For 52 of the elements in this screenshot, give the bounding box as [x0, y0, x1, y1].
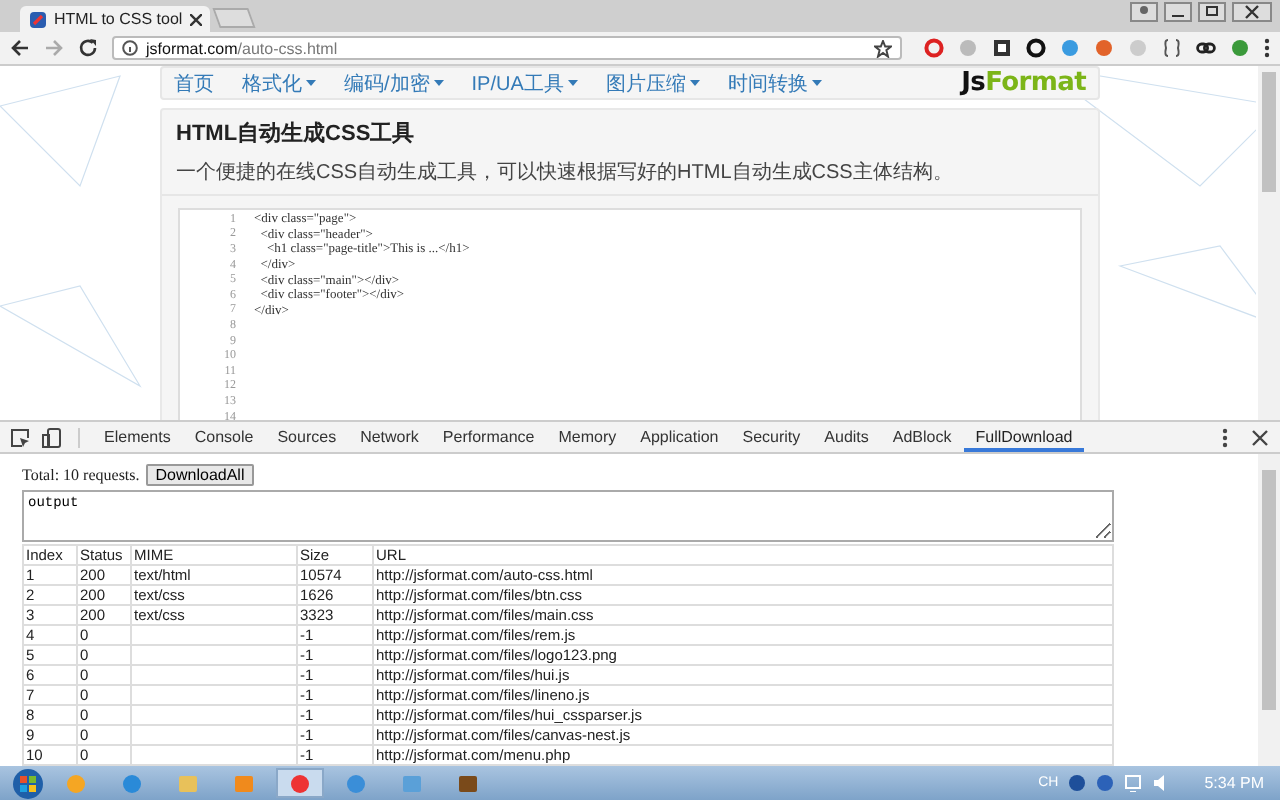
- star-icon[interactable]: [874, 39, 892, 57]
- restore-icon[interactable]: [1198, 2, 1226, 22]
- nav-link[interactable]: 首页: [174, 69, 214, 97]
- devtools-tab[interactable]: FullDownload: [963, 422, 1085, 452]
- nav-link[interactable]: 图片压缩: [605, 69, 700, 97]
- extension-icon[interactable]: [1196, 38, 1216, 58]
- minimize-icon[interactable]: [1164, 2, 1192, 22]
- app-icon[interactable]: [290, 773, 310, 793]
- forward-icon[interactable]: [44, 38, 64, 58]
- nav-link[interactable]: IP/UA工具: [471, 69, 578, 97]
- info-icon: [122, 40, 138, 56]
- nav-link[interactable]: 编码/加密: [344, 69, 444, 97]
- devtools-tab[interactable]: Network: [348, 422, 431, 452]
- page-heading: HTML自动生成CSS工具: [176, 119, 417, 148]
- more-icon[interactable]: [1222, 427, 1228, 447]
- request-summary: Total: 10 requests.: [22, 465, 140, 483]
- devtools-tab[interactable]: Performance: [430, 422, 547, 452]
- close-icon[interactable]: [190, 13, 203, 25]
- nav-link[interactable]: 格式化: [242, 69, 316, 97]
- scrollbar[interactable]: [1258, 454, 1280, 766]
- back-icon[interactable]: [10, 38, 30, 58]
- devtools-tab[interactable]: Audits: [812, 422, 881, 452]
- extension-icon[interactable]: [1162, 38, 1182, 58]
- url-text: jsformat.com/auto-css.html: [146, 39, 340, 57]
- download-all-button[interactable]: DownloadAll: [145, 463, 255, 485]
- inspect-icon[interactable]: [10, 427, 30, 447]
- network-icon[interactable]: [1124, 774, 1143, 792]
- devtools-tab[interactable]: Security: [730, 422, 813, 452]
- site-icon: [30, 11, 46, 27]
- page-description: 一个便捷的在线CSS自动生成工具，可以快速根据写好的HTML自动生成CSS主体结构。: [176, 159, 955, 186]
- nav-link[interactable]: 时间转换: [727, 69, 822, 97]
- devtools-tab[interactable]: AdBlock: [880, 422, 964, 452]
- browser-tab[interactable]: HTML to CSS tool: [20, 6, 210, 32]
- devtools-tab[interactable]: Sources: [265, 422, 349, 452]
- site-logo[interactable]: JsFormat: [961, 68, 1086, 98]
- globe-icon[interactable]: [1068, 774, 1087, 792]
- menu-icon[interactable]: [1264, 38, 1270, 58]
- devtools-tab[interactable]: Elements: [92, 422, 183, 452]
- profile-icon[interactable]: [1130, 2, 1158, 22]
- scrollbar[interactable]: [1258, 66, 1280, 420]
- app-icon[interactable]: [458, 773, 478, 793]
- devtools-tab[interactable]: Memory: [546, 422, 629, 452]
- help-icon[interactable]: [1096, 774, 1115, 792]
- devtools-tab[interactable]: Console: [182, 422, 266, 452]
- device-icon[interactable]: [42, 427, 62, 447]
- close-icon[interactable]: [1232, 2, 1272, 22]
- close-icon[interactable]: [1252, 429, 1268, 445]
- devtools-tab[interactable]: Application: [628, 422, 731, 452]
- reload-icon[interactable]: [78, 38, 98, 58]
- start-icon[interactable]: [12, 767, 44, 799]
- tab-title: HTML to CSS tool: [54, 10, 183, 28]
- address-bar[interactable]: jsformat.com/auto-css.html: [112, 36, 902, 60]
